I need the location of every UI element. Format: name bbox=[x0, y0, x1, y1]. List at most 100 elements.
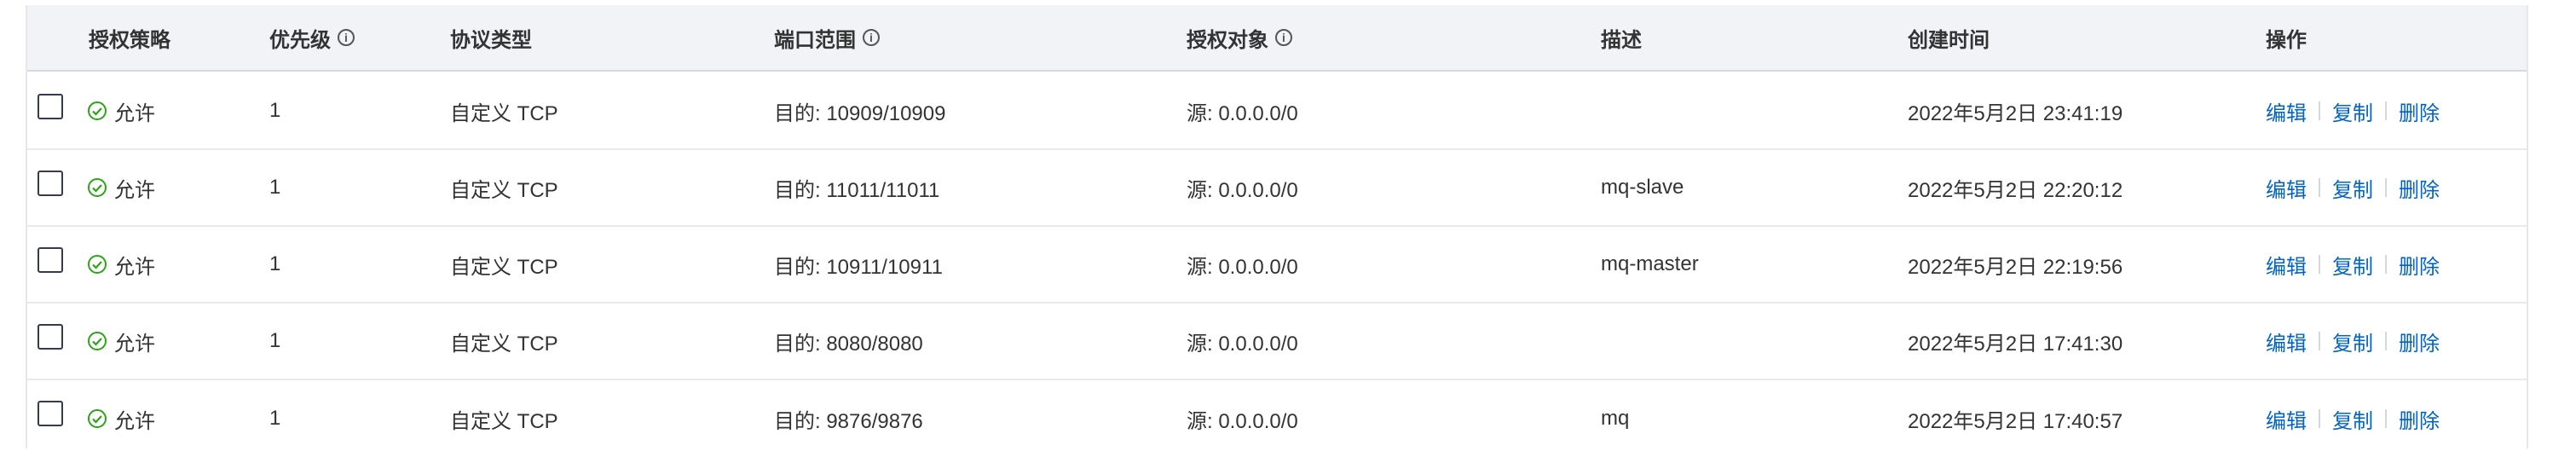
check-circle-icon bbox=[87, 408, 107, 429]
info-icon[interactable]: i bbox=[338, 29, 355, 46]
divider bbox=[2385, 178, 2387, 197]
column-header-label: 优先级 bbox=[269, 28, 331, 52]
column-header-created: 创建时间 bbox=[1908, 5, 1990, 70]
divider bbox=[2319, 101, 2320, 120]
policy-cell: 允许 bbox=[87, 304, 155, 379]
edit-link[interactable]: 编辑 bbox=[2266, 173, 2307, 203]
divider bbox=[2319, 332, 2320, 350]
policy-cell: 允许 bbox=[87, 150, 155, 225]
divider bbox=[2319, 255, 2320, 274]
policy-label: 允许 bbox=[114, 178, 155, 202]
divider bbox=[2385, 409, 2387, 428]
delete-link[interactable]: 删除 bbox=[2399, 96, 2440, 126]
column-header-label: 授权对象 bbox=[1187, 28, 1268, 52]
check-circle-icon bbox=[87, 331, 107, 351]
column-header-actions: 操作 bbox=[2266, 5, 2307, 70]
description-cell: mq bbox=[1601, 407, 1630, 430]
port-range-cell: 目的: 10909/10909 bbox=[774, 101, 946, 125]
created-time-cell: 2022年5月2日 17:41:30 bbox=[1908, 332, 2123, 356]
port-range-cell: 目的: 9876/9876 bbox=[774, 409, 923, 433]
row-checkbox[interactable] bbox=[38, 94, 63, 119]
auth-object-cell: 源: 0.0.0.0/0 bbox=[1187, 178, 1298, 202]
description-cell: mq-master bbox=[1601, 252, 1699, 275]
edit-link[interactable]: 编辑 bbox=[2266, 404, 2307, 434]
column-header-auth-object: 授权对象 i bbox=[1187, 5, 1292, 70]
created-time-cell: 2022年5月2日 22:20:12 bbox=[1908, 178, 2123, 202]
priority-cell: 1 bbox=[269, 176, 281, 199]
info-icon[interactable]: i bbox=[1275, 29, 1292, 46]
check-circle-icon bbox=[87, 254, 107, 275]
copy-link[interactable]: 复制 bbox=[2332, 173, 2373, 203]
column-header-label: 授权策略 bbox=[89, 28, 170, 52]
auth-object-cell: 源: 0.0.0.0/0 bbox=[1187, 332, 1298, 356]
auth-object-cell: 源: 0.0.0.0/0 bbox=[1187, 255, 1298, 279]
row-checkbox[interactable] bbox=[38, 401, 63, 426]
actions-cell: 编辑 复制 删除 bbox=[2266, 227, 2440, 302]
priority-cell: 1 bbox=[269, 407, 281, 430]
created-time-cell: 2022年5月2日 17:40:57 bbox=[1908, 409, 2123, 433]
delete-link[interactable]: 删除 bbox=[2399, 250, 2440, 280]
port-range-cell: 目的: 8080/8080 bbox=[774, 332, 923, 356]
policy-cell: 允许 bbox=[87, 380, 155, 457]
row-checkbox[interactable] bbox=[38, 324, 63, 350]
column-header-label: 端口范围 bbox=[774, 28, 856, 52]
protocol-cell: 自定义 TCP bbox=[450, 409, 558, 433]
divider bbox=[2385, 255, 2387, 274]
copy-link[interactable]: 复制 bbox=[2332, 404, 2373, 434]
policy-label: 允许 bbox=[114, 255, 155, 279]
table-row: 允许 1 自定义 TCP 目的: 11011/11011 源: 0.0.0.0/… bbox=[27, 150, 2527, 227]
delete-link[interactable]: 删除 bbox=[2399, 327, 2440, 356]
check-circle-icon bbox=[87, 177, 107, 198]
table-row: 允许 1 自定义 TCP 目的: 9876/9876 源: 0.0.0.0/0 … bbox=[27, 380, 2527, 457]
created-time-cell: 2022年5月2日 22:19:56 bbox=[1908, 255, 2123, 279]
actions-cell: 编辑 复制 删除 bbox=[2266, 150, 2440, 225]
policy-cell: 允许 bbox=[87, 227, 155, 302]
port-range-cell: 目的: 10911/10911 bbox=[774, 255, 943, 279]
protocol-cell: 自定义 TCP bbox=[450, 178, 558, 202]
edit-link[interactable]: 编辑 bbox=[2266, 96, 2307, 126]
column-header-protocol: 协议类型 bbox=[450, 5, 532, 70]
row-checkbox[interactable] bbox=[38, 247, 63, 273]
policy-label: 允许 bbox=[114, 332, 155, 356]
copy-link[interactable]: 复制 bbox=[2332, 250, 2373, 280]
edit-link[interactable]: 编辑 bbox=[2266, 327, 2307, 356]
divider bbox=[2319, 409, 2320, 428]
port-range-cell: 目的: 11011/11011 bbox=[774, 178, 940, 202]
column-header-label: 创建时间 bbox=[1908, 28, 1990, 52]
policy-cell: 允许 bbox=[87, 73, 155, 148]
delete-link[interactable]: 删除 bbox=[2399, 173, 2440, 203]
check-circle-icon bbox=[87, 101, 107, 121]
actions-cell: 编辑 复制 删除 bbox=[2266, 73, 2440, 148]
auth-object-cell: 源: 0.0.0.0/0 bbox=[1187, 101, 1298, 125]
protocol-cell: 自定义 TCP bbox=[450, 101, 558, 125]
edit-link[interactable]: 编辑 bbox=[2266, 250, 2307, 280]
priority-cell: 1 bbox=[269, 252, 281, 275]
created-time-cell: 2022年5月2日 23:41:19 bbox=[1908, 101, 2123, 125]
policy-label: 允许 bbox=[114, 409, 155, 433]
table-row: 允许 1 自定义 TCP 目的: 10911/10911 源: 0.0.0.0/… bbox=[27, 227, 2527, 304]
info-icon[interactable]: i bbox=[863, 29, 880, 46]
column-header-policy: 授权策略 bbox=[89, 5, 170, 70]
column-header-priority: 优先级 i bbox=[269, 5, 355, 70]
divider bbox=[2385, 101, 2387, 120]
priority-cell: 1 bbox=[269, 99, 281, 122]
table-row: 允许 1 自定义 TCP 目的: 8080/8080 源: 0.0.0.0/0 … bbox=[27, 304, 2527, 380]
policy-label: 允许 bbox=[114, 101, 155, 125]
priority-cell: 1 bbox=[269, 329, 281, 352]
protocol-cell: 自定义 TCP bbox=[450, 332, 558, 356]
table-row: 允许 1 自定义 TCP 目的: 10909/10909 源: 0.0.0.0/… bbox=[27, 73, 2527, 150]
column-header-label: 操作 bbox=[2266, 28, 2307, 52]
row-checkbox[interactable] bbox=[38, 171, 63, 196]
table-header: 授权策略 优先级 i 协议类型 端口范围 i 授权对象 i 描述 创建时间 操作 bbox=[27, 5, 2527, 72]
divider bbox=[2385, 332, 2387, 350]
column-header-label: 协议类型 bbox=[450, 28, 532, 52]
delete-link[interactable]: 删除 bbox=[2399, 404, 2440, 434]
security-rules-panel: 授权策略 优先级 i 协议类型 端口范围 i 授权对象 i 描述 创建时间 操作… bbox=[26, 5, 2528, 457]
column-header-description: 描述 bbox=[1601, 5, 1642, 70]
copy-link[interactable]: 复制 bbox=[2332, 96, 2373, 126]
description-cell: mq-slave bbox=[1601, 176, 1684, 199]
column-header-label: 描述 bbox=[1601, 28, 1642, 52]
actions-cell: 编辑 复制 删除 bbox=[2266, 304, 2440, 379]
copy-link[interactable]: 复制 bbox=[2332, 327, 2373, 356]
column-header-port-range: 端口范围 i bbox=[774, 5, 880, 70]
